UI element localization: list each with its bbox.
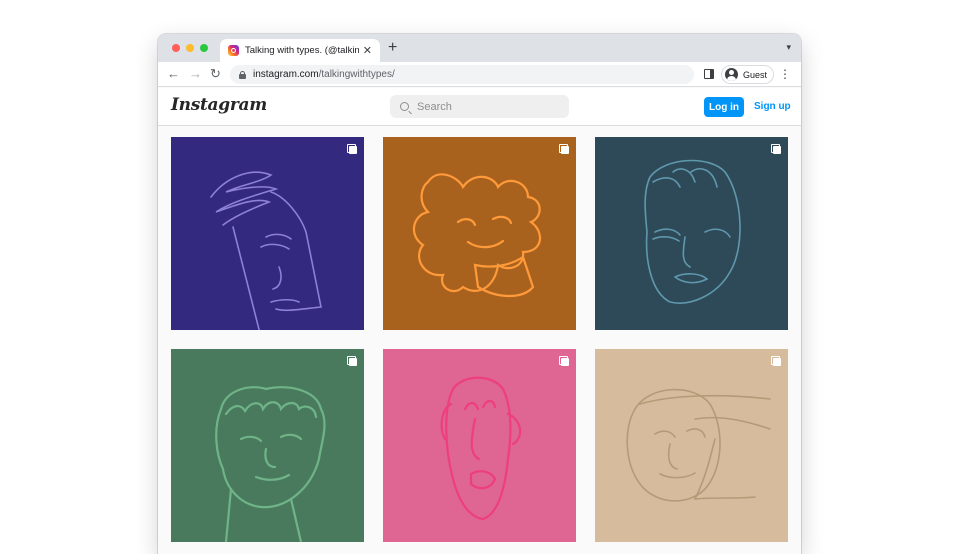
multi-image-icon [347,144,357,154]
post-tile[interactable] [595,349,788,542]
post-tile[interactable] [595,137,788,330]
post-tile[interactable] [171,349,364,542]
search-icon [400,102,409,111]
post-tile[interactable] [383,137,576,330]
forward-arrow-icon[interactable]: → [189,66,202,82]
close-window-button[interactable] [172,44,180,52]
browser-window: Talking with types. (@talkingwi ✕ + ▾ ← … [158,34,801,554]
browser-tab[interactable]: Talking with types. (@talkingwi ✕ [220,39,380,62]
instagram-favicon-icon [228,45,239,56]
more-menu-icon[interactable]: ⋮ [779,67,791,81]
post-tile[interactable] [383,349,576,542]
search-placeholder: Search [417,100,452,113]
multi-image-icon [771,144,781,154]
reload-icon[interactable]: ↻ [210,66,221,82]
tab-search-chevron-icon[interactable]: ▾ [786,42,791,53]
back-arrow-icon[interactable]: ← [167,66,180,82]
search-input[interactable]: Search [390,95,569,118]
multi-image-icon [771,356,781,366]
tab-close-icon[interactable]: ✕ [363,44,372,57]
browser-toolbar: ← → ↻ instagram.com/talkingwithtypes/ Gu… [158,62,801,87]
multi-image-icon [559,356,569,366]
address-bar[interactable]: instagram.com/talkingwithtypes/ [230,65,694,84]
multi-image-icon [347,356,357,366]
side-panel-icon[interactable] [704,69,714,79]
lock-icon[interactable] [239,70,246,79]
instagram-header: Instagram Search Log in Sign up [158,88,801,126]
tab-strip: Talking with types. (@talkingwi ✕ + ▾ [158,34,801,62]
post-tile[interactable] [171,137,364,330]
signup-link[interactable]: Sign up [754,101,791,112]
login-button[interactable]: Log in [704,97,744,117]
minimize-window-button[interactable] [186,44,194,52]
tab-title: Talking with types. (@talkingwi [245,45,359,56]
profile-button[interactable]: Guest [721,65,775,84]
profile-label: Guest [743,69,768,80]
instagram-logo[interactable]: Instagram [171,95,267,115]
url-host: instagram.com [253,69,319,80]
url-path: /talkingwithtypes/ [318,69,395,80]
new-tab-icon[interactable]: + [388,40,397,56]
multi-image-icon [559,144,569,154]
avatar-icon [725,68,738,81]
maximize-window-button[interactable] [200,44,208,52]
